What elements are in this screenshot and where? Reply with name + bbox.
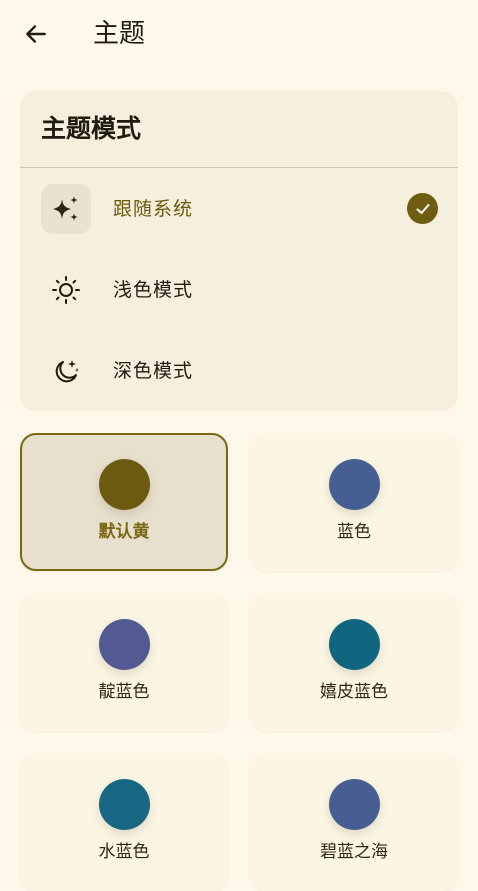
color-card-hippie-blue[interactable]: 嬉皮蓝色 <box>250 593 458 731</box>
color-card-azure-sea[interactable]: 碧蓝之海 <box>250 753 458 891</box>
theme-mode-card: 主题模式 跟随系统 浅色模式 深色模式 <box>20 91 458 411</box>
color-card-indigo[interactable]: 靛蓝色 <box>20 593 228 731</box>
color-swatch <box>329 779 380 830</box>
color-card-default-yellow[interactable]: 默认黄 <box>20 433 228 571</box>
back-button[interactable] <box>14 14 58 54</box>
color-label: 默认黄 <box>98 522 150 542</box>
color-swatch <box>99 619 150 670</box>
color-label: 水蓝色 <box>98 842 150 862</box>
color-label: 蓝色 <box>337 522 371 542</box>
color-swatch <box>99 779 150 830</box>
color-label: 碧蓝之海 <box>320 842 388 862</box>
color-card-aqua-blue[interactable]: 水蓝色 <box>20 753 228 891</box>
mode-option-follow-system[interactable]: 跟随系统 <box>20 169 458 249</box>
mode-option-dark[interactable]: 深色模式 <box>20 331 458 411</box>
mode-option-light[interactable]: 浅色模式 <box>20 250 458 330</box>
divider <box>20 167 458 168</box>
mode-label-follow-system: 跟随系统 <box>113 198 194 220</box>
page-title: 主题 <box>93 19 146 49</box>
color-card-blue[interactable]: 蓝色 <box>250 433 458 571</box>
mode-label-dark: 深色模式 <box>113 360 194 382</box>
top-app-bar: 主题 <box>0 0 478 68</box>
sun-icon <box>41 265 91 315</box>
arrow-left-icon <box>26 25 46 43</box>
sparkle-icon <box>41 184 91 234</box>
color-swatch <box>329 459 380 510</box>
moon-stars-icon <box>41 346 91 396</box>
theme-mode-title: 主题模式 <box>41 114 142 143</box>
color-swatch <box>329 619 380 670</box>
color-swatch <box>99 459 150 510</box>
check-icon <box>407 193 438 224</box>
mode-label-light: 浅色模式 <box>113 279 194 301</box>
color-label: 嬉皮蓝色 <box>320 682 388 702</box>
color-label: 靛蓝色 <box>98 682 150 702</box>
